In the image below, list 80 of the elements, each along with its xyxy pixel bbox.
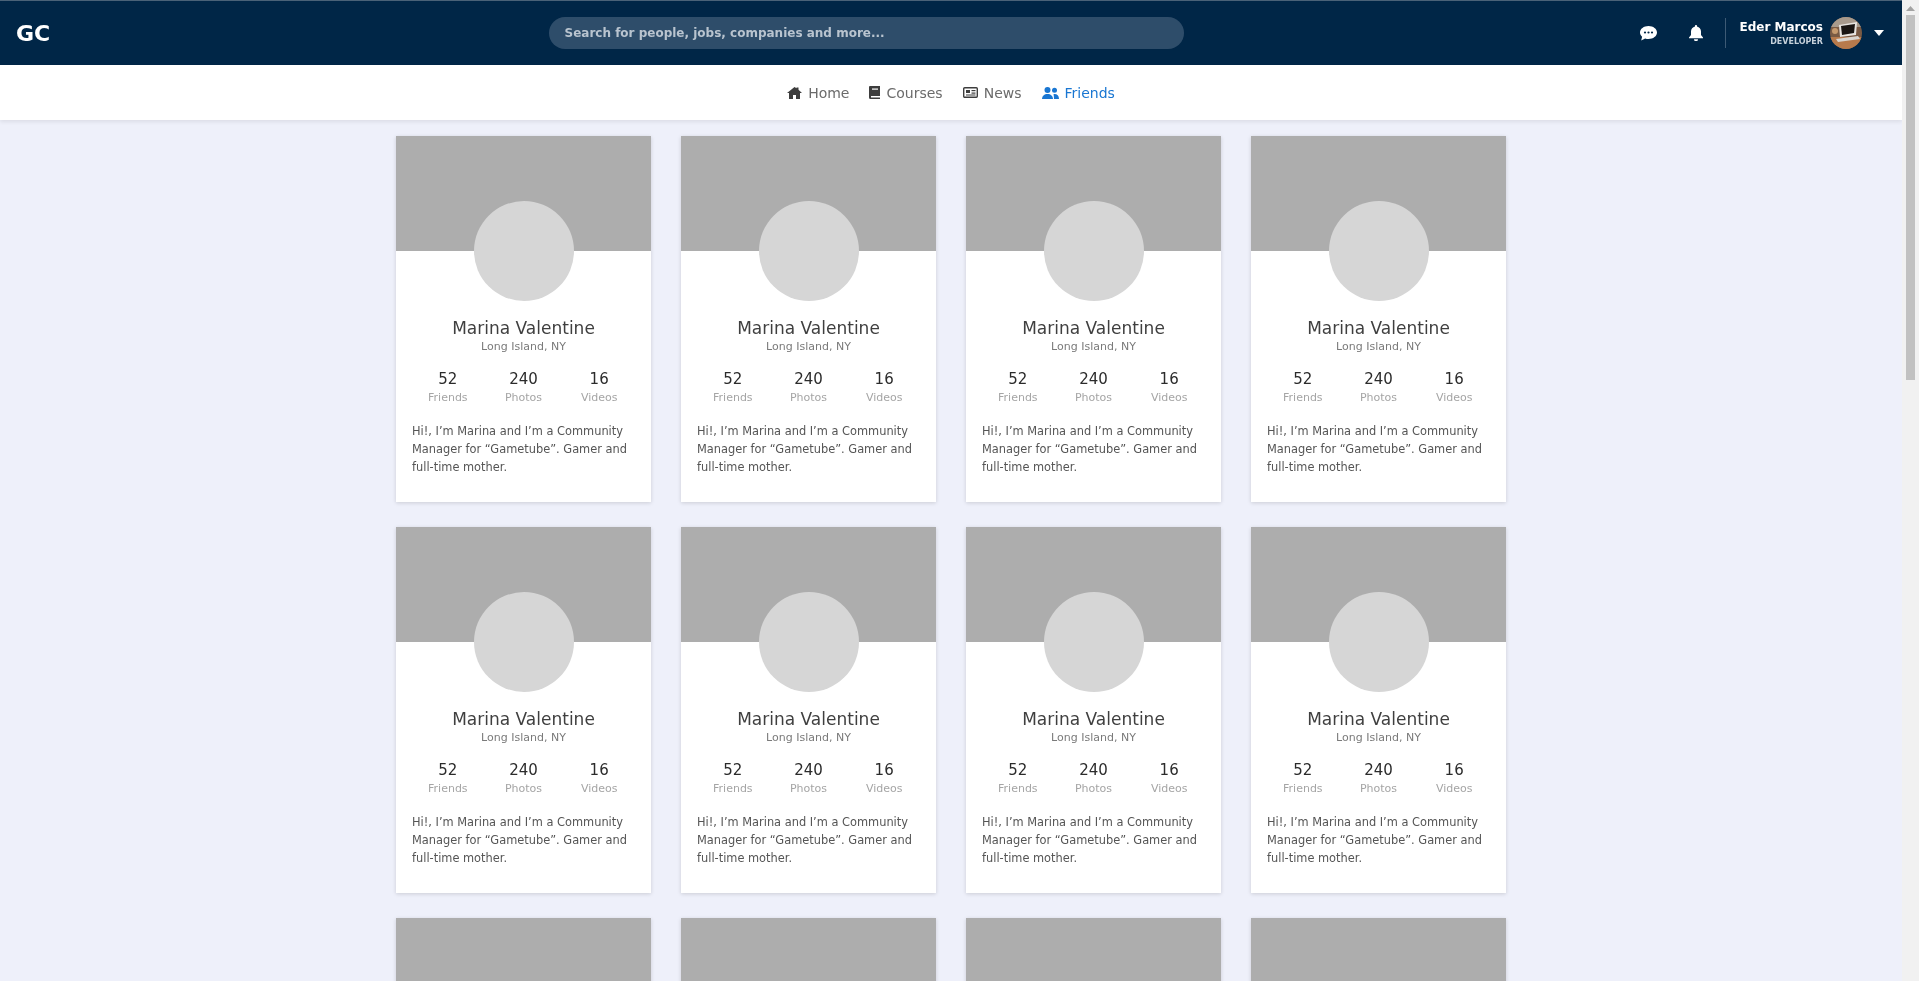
user-name: Eder Marcos (1739, 20, 1823, 34)
stat-label: Friends (998, 782, 1038, 795)
stat-value: 240 (1079, 370, 1108, 388)
stat-label: Videos (1150, 391, 1188, 404)
stat-label: Photos (1074, 782, 1113, 795)
search-field[interactable]: Search for people, jobs, companies and more... (548, 17, 1184, 49)
friend-name: Marina Valentine (1021, 709, 1166, 729)
stat-value: 240 (1079, 761, 1108, 779)
stat-label: Videos (580, 782, 618, 795)
friend-name: Marina Valentine (736, 709, 881, 729)
stat-label: Videos (580, 391, 618, 404)
stat-value: 52 (1008, 370, 1028, 388)
stat-label: Videos (1435, 391, 1473, 404)
stat-label: Friends (713, 782, 753, 795)
friend-bio: Hi!, I’m Marina and I’m a Community Manager for “Gametube”. Gamer and full-time mother. (982, 814, 1198, 867)
friend-bio: Hi!, I’m Marina and I’m a Community Manager for “Gametube”. Gamer and full-time mother. (1267, 814, 1483, 867)
friend-name: Marina Valentine (451, 318, 596, 338)
friend-name: Marina Valentine (451, 709, 596, 729)
stat-label: Photos (504, 782, 543, 795)
stat-label: Friends (1283, 782, 1323, 795)
stat-label: Videos (865, 391, 903, 404)
stat-value: 52 (438, 761, 458, 779)
friend-name: Marina Valentine (1306, 709, 1451, 729)
friend-location: Long Island, NY (765, 340, 852, 353)
stat-value: 16 (589, 370, 609, 388)
stat-label: Photos (1074, 391, 1113, 404)
stat-label: Friends (998, 391, 1038, 404)
stat-value: 240 (1364, 370, 1393, 388)
stat-label: Photos (504, 391, 543, 404)
friend-name: Marina Valentine (736, 318, 881, 338)
stat-value: 16 (1444, 761, 1464, 779)
stat-label: Friends (428, 391, 468, 404)
stat-value: 16 (589, 761, 609, 779)
stat-value: 52 (1293, 761, 1313, 779)
stat-value: 16 (1444, 370, 1464, 388)
nav-tab[interactable]: Friends (1041, 80, 1115, 105)
stat-value: 52 (438, 370, 458, 388)
friend-bio: Hi!, I’m Marina and I’m a Community Manager for “Gametube”. Gamer and full-time mother. (412, 423, 628, 476)
stat-value: 52 (723, 761, 743, 779)
stat-value: 52 (723, 370, 743, 388)
friend-name: Marina Valentine (1306, 318, 1451, 338)
friend-name: Marina Valentine (1021, 318, 1166, 338)
stat-label: Videos (865, 782, 903, 795)
stat-value: 52 (1008, 761, 1028, 779)
friend-location: Long Island, NY (480, 731, 567, 744)
friend-bio: Hi!, I’m Marina and I’m a Community Manager for “Gametube”. Gamer and full-time mother. (412, 814, 628, 867)
stat-value: 240 (794, 761, 823, 779)
stat-label: Videos (1150, 782, 1188, 795)
stat-label: Friends (1283, 391, 1323, 404)
friend-location: Long Island, NY (480, 340, 567, 353)
stat-value: 240 (509, 761, 538, 779)
stat-value: 16 (1159, 761, 1179, 779)
logo[interactable]: GC (16, 20, 216, 46)
friend-bio: Hi!, I’m Marina and I’m a Community Manager for “Gametube”. Gamer and full-time mother. (982, 423, 1198, 476)
stat-value: 52 (1293, 370, 1313, 388)
nav-tab[interactable]: News (962, 80, 1022, 105)
friend-location: Long Island, NY (1335, 731, 1422, 744)
friend-location: Long Island, NY (1335, 340, 1422, 353)
friend-bio: Hi!, I’m Marina and I’m a Community Manager for “Gametube”. Gamer and full-time mother. (697, 423, 913, 476)
nav-tab[interactable]: Courses (869, 80, 943, 105)
stat-value: 16 (1159, 370, 1179, 388)
friend-bio: Hi!, I’m Marina and I’m a Community Manager for “Gametube”. Gamer and full-time mother. (1267, 423, 1483, 476)
friend-bio: Hi!, I’m Marina and I’m a Community Manager for “Gametube”. Gamer and full-time mother. (697, 814, 913, 867)
stat-value: 240 (509, 370, 538, 388)
stat-label: Friends (713, 391, 753, 404)
nav-tab[interactable]: Home (787, 80, 850, 105)
user-role: DEVELOPER (1770, 37, 1823, 46)
stat-value: 240 (1364, 761, 1393, 779)
stat-label: Videos (1435, 782, 1473, 795)
stat-value: 240 (794, 370, 823, 388)
friend-location: Long Island, NY (1050, 731, 1137, 744)
stat-label: Photos (1359, 391, 1398, 404)
stat-label: Photos (789, 391, 828, 404)
stat-label: Photos (1359, 782, 1398, 795)
friend-location: Long Island, NY (1050, 340, 1137, 353)
friend-location: Long Island, NY (765, 731, 852, 744)
stat-label: Photos (789, 782, 828, 795)
stat-value: 16 (874, 370, 894, 388)
stat-label: Friends (428, 782, 468, 795)
stat-value: 16 (874, 761, 894, 779)
